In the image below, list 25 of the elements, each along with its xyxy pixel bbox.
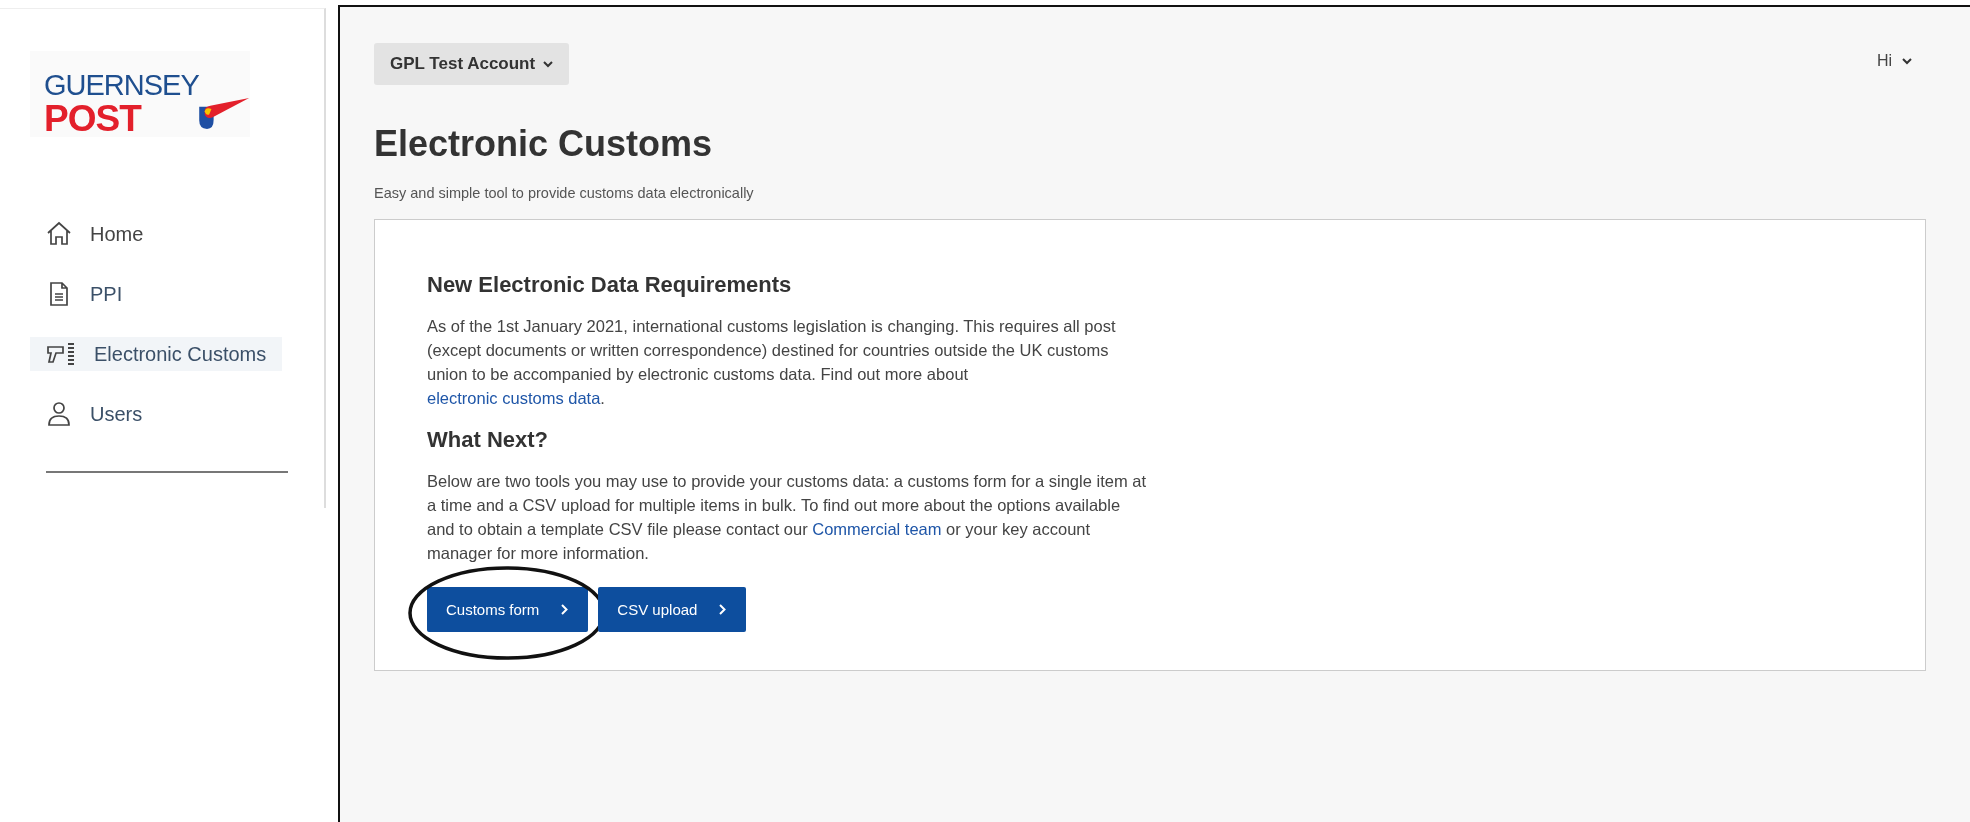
- chevron-right-icon: [561, 604, 569, 615]
- page-title: Electronic Customs: [374, 123, 714, 165]
- home-icon: [46, 221, 72, 247]
- link[interactable]: electronic customs data: [427, 389, 601, 407]
- action-button[interactable]: Customs form: [427, 587, 589, 632]
- page-subtitle: Easy and simple tool to provide customs data electronically: [374, 185, 755, 201]
- nav-item[interactable]: PPI: [30, 277, 139, 311]
- nav-item[interactable]: Home: [30, 217, 160, 251]
- account-dropdown[interactable]: GPL Test Account: [374, 43, 570, 85]
- chevron-right-icon: [719, 604, 727, 615]
- section-heading: New Electronic Data Requirements: [427, 272, 793, 298]
- logo-text: GUERNSEY: [44, 71, 199, 100]
- logo-text: POST: [44, 100, 143, 137]
- chevron-down-icon: [1902, 57, 1912, 65]
- barcode-scanner-icon: [46, 341, 76, 367]
- user-menu[interactable]: Hi: [1870, 51, 1918, 71]
- section-heading: What Next?: [427, 427, 549, 453]
- chevron-down-icon: [543, 60, 554, 68]
- paragraph: As of the 1st January 2021, international customs legislation is changing. This requires all post (except documents or written correspondence) destined for countries outside the UK customs union to be accompanied by electronic customs data. Find out more about electronic customs data.: [427, 316, 1117, 409]
- action-button[interactable]: CSV upload: [598, 587, 747, 632]
- nav-item[interactable]: Electronic Customs: [30, 337, 283, 371]
- user-icon: [46, 401, 72, 427]
- nav-item[interactable]: Users: [30, 397, 159, 431]
- paragraph: Below are two tools you may use to provide your customs data: a customs form for a single item at a time and a CSV upload for multiple items in bulk. To find out more about the options available and to obtain a template CSV file please contact our Commercial team or your key account manager for more information.: [427, 471, 1147, 564]
- link[interactable]: Commercial team: [812, 520, 942, 538]
